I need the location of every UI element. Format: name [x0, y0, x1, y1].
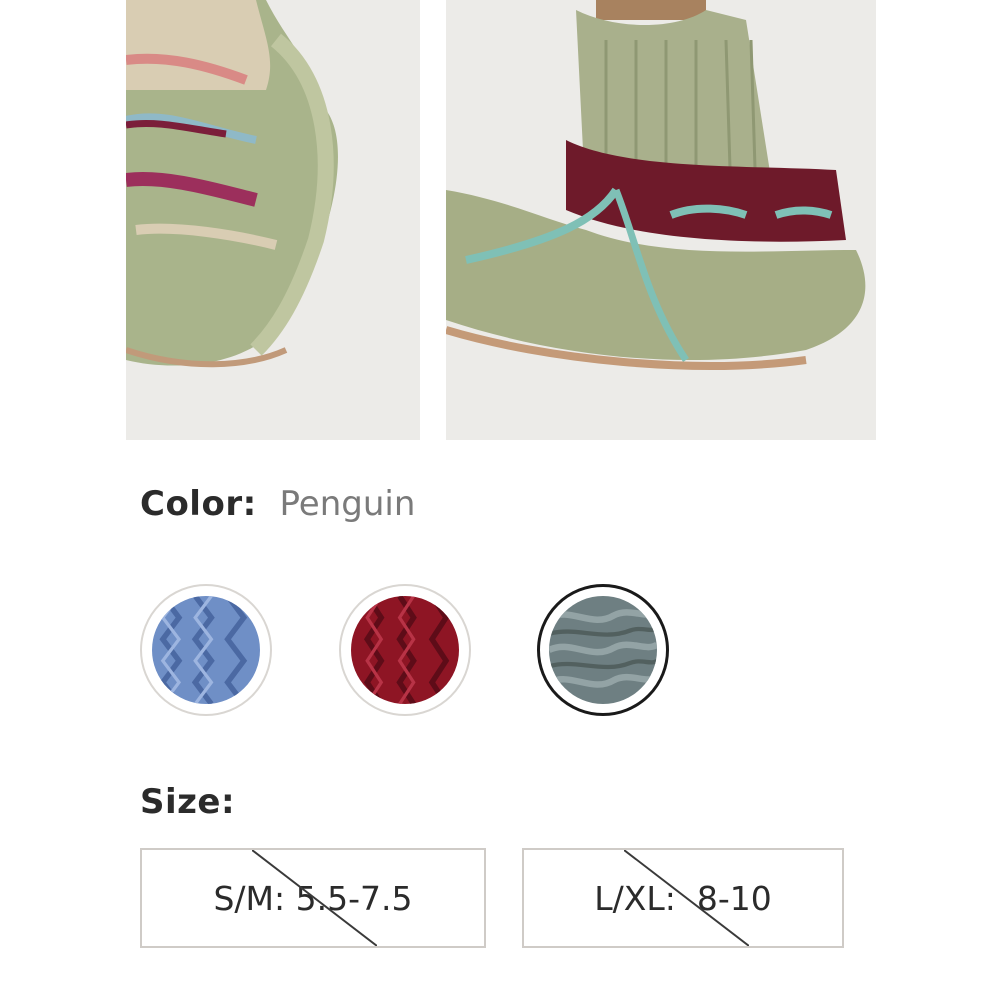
blue-yarn-image	[152, 596, 260, 704]
red-yarn-image	[351, 596, 459, 704]
color-label: Color:	[140, 484, 257, 524]
size-label: Size:	[140, 782, 236, 822]
product-photo-left[interactable]	[126, 0, 420, 440]
product-page: Color: Penguin Size: S/M: 5.5-7.5 L/XL: …	[0, 0, 1000, 1000]
color-row: Color: Penguin	[140, 480, 415, 528]
size-option-lxl[interactable]: L/XL: 8-10	[522, 848, 844, 948]
slipper-side-image	[446, 0, 876, 440]
color-swatch-red[interactable]	[339, 584, 471, 716]
swatch-blue-texture	[152, 596, 260, 704]
slipper-toe-image	[126, 0, 420, 440]
color-swatch-blue[interactable]	[140, 584, 272, 716]
swatch-red-texture	[351, 596, 459, 704]
color-swatch-grey[interactable]	[537, 584, 669, 716]
size-option-sm[interactable]: S/M: 5.5-7.5	[140, 848, 486, 948]
grey-yarn-image	[549, 596, 657, 704]
selected-color-name: Penguin	[279, 484, 416, 524]
product-photo-right[interactable]	[446, 0, 876, 440]
swatch-grey-texture	[549, 596, 657, 704]
size-option-label: S/M: 5.5-7.5	[213, 878, 413, 918]
size-option-label: L/XL: 8-10	[594, 878, 772, 918]
